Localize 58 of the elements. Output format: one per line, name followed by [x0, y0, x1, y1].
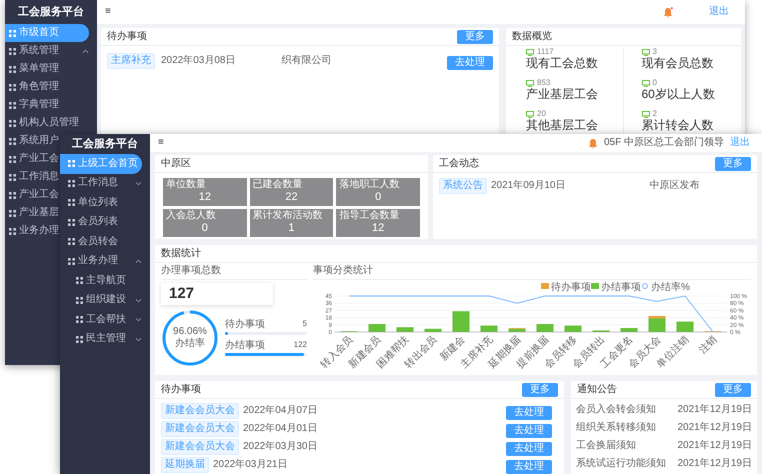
stat-tile: 累计发布活动数 1 [250, 209, 334, 237]
date-text: 2021年12月19日 [678, 405, 752, 415]
stat-label: 其他基层工会 [526, 118, 599, 133]
stat-value: 853 [537, 79, 550, 87]
panel-title: 数据概览 [512, 32, 552, 42]
panel-title: 中原区 [161, 158, 191, 168]
legend-label: 待办事项 [551, 282, 591, 293]
date-text: 2021年12月19日 [678, 423, 752, 433]
sidebar-title: 工会服务平台 [71, 136, 139, 152]
date-text: 2022年04月01日 [243, 424, 318, 434]
sidebar-title: 工会服务平台 [17, 4, 85, 20]
date-text: 2021年09月10日 [491, 181, 566, 191]
stat-value: 20 [537, 110, 546, 118]
user-name: 05F 中原区总工会部门领导 [604, 138, 724, 148]
rate-text: 96.06% 办结率 [172, 326, 208, 350]
progress-count: 122 [294, 341, 307, 351]
progress-label: 待办事项 [225, 320, 265, 330]
legend-label: 办结率% [651, 282, 690, 293]
date-text: 2022年03月30日 [243, 442, 318, 452]
progress-count: 5 [302, 320, 307, 330]
tag: 系统公告 [439, 178, 487, 194]
tag: 新建会会员大会 [161, 420, 239, 436]
stat-label: 现有工会总数 [526, 56, 599, 71]
legend-label: 办结事项 [601, 282, 641, 293]
stat-tile: 落地职工人数 0 [336, 178, 420, 206]
stat-label: 60岁以上人数 [642, 87, 716, 102]
panel-title: 数据统计 [161, 248, 201, 258]
progress-label: 办结事项 [225, 341, 265, 351]
panel-title: 工会动态 [439, 158, 479, 168]
tag: 新建会会员大会 [161, 438, 239, 454]
date-text: 2022年03月08日 [161, 56, 236, 66]
stat-value: 3 [652, 48, 657, 56]
tag: 新建会会员大会 [161, 402, 239, 418]
panel-title: 待办事项 [161, 384, 201, 394]
publisher-text: 中原区发布 [650, 181, 700, 191]
stat-value: 2 [652, 110, 657, 118]
panel-title: 通知公告 [577, 384, 617, 394]
tag: 延期换届 [161, 456, 209, 472]
date-text: 2021年12月19日 [678, 459, 752, 469]
panel-title: 待办事项 [107, 32, 147, 42]
date-text: 2022年03月21日 [213, 460, 288, 470]
stat-value: 1117 [537, 48, 554, 56]
section-title: 办理事项总数 [161, 266, 307, 280]
stat-value: 0 [652, 79, 657, 87]
tag: 主席补充 [107, 53, 155, 69]
date-text: 2021年12月19日 [678, 441, 752, 451]
stat-label: 现有会员总数 [642, 56, 714, 71]
stat-label: 产业基层工会 [526, 87, 599, 102]
axis-label: 注销 [697, 334, 720, 356]
stat-label: 累计转会人数 [642, 118, 714, 133]
date-text: 2022年04月07日 [243, 406, 318, 416]
stat-tile: 已建会数量 22 [250, 178, 334, 206]
section-title: 事项分类统计 [313, 266, 751, 280]
total-card: 127 [161, 283, 273, 305]
stat-tile: 单位数量 12 [163, 178, 247, 206]
stat-tile: 入会总人数 0 [163, 209, 247, 237]
stat-tile: 指导工会数量 12 [336, 209, 420, 237]
org-text: 织有限公司 [282, 56, 332, 66]
